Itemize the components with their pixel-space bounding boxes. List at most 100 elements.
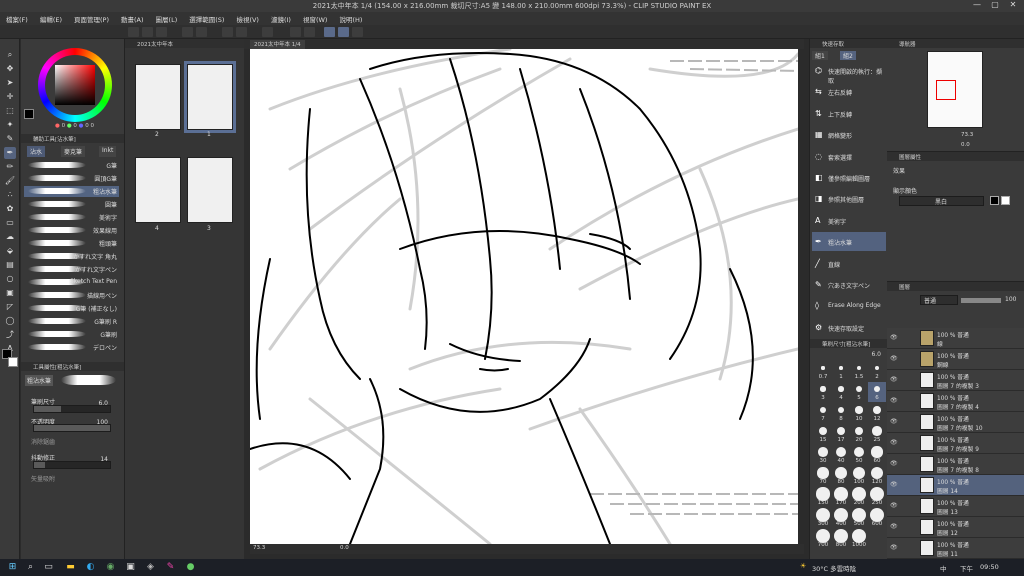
ruler-tool-icon[interactable]: ◸ (4, 301, 16, 313)
subtool-tab-pen[interactable]: 沾水 (27, 146, 46, 157)
clear-icon[interactable] (222, 27, 233, 37)
selection-tool-icon[interactable]: ⬚ (4, 105, 16, 117)
saturation-value-square[interactable] (55, 65, 95, 105)
brush-size-option[interactable]: 500 (850, 508, 868, 528)
correct-line-tool-icon[interactable]: ⤴ (4, 329, 16, 341)
brush-size-option[interactable]: 600 (868, 508, 886, 528)
figure-tool-icon[interactable]: ○ (4, 273, 16, 285)
fill-tool-icon[interactable]: ⬙ (4, 245, 16, 257)
subtool-brush-item[interactable]: 粗頭筆 (24, 238, 119, 249)
line-app-icon[interactable]: ● (184, 561, 197, 574)
brush-size-option[interactable]: 60 (868, 445, 886, 465)
layer-row[interactable]: 👁 100 % 普通 圖層 11 (887, 538, 1024, 559)
brush-size-option[interactable]: 800 (832, 529, 850, 549)
clip-studio-icon[interactable]: ◈ (144, 561, 157, 574)
page-thumbnail[interactable] (135, 64, 181, 130)
transform-icon[interactable] (262, 27, 273, 37)
quick-access-item[interactable]: ◧ 僅參照編輯圖層 (812, 168, 886, 187)
display-color-swatch-white[interactable] (1001, 196, 1010, 205)
frame-tool-icon[interactable]: ▣ (4, 287, 16, 299)
layer-visibility-eye-icon[interactable]: 👁 (890, 481, 898, 488)
subtool-brush-item[interactable]: 描線用ペン (24, 290, 119, 301)
menu-layer[interactable]: 圖層(L) (150, 12, 184, 24)
pen-tool-icon[interactable]: ✒ (4, 147, 16, 159)
minimize-button[interactable]: — (968, 0, 986, 12)
brush-size-option[interactable]: 40 (832, 445, 850, 465)
subtool-brush-item[interactable]: デロペン (24, 342, 119, 353)
navigator-zoom[interactable]: 73.3 (961, 132, 973, 138)
subtool-brush-item[interactable]: かすれ文字ペン (24, 264, 119, 275)
navigator-viewport-frame[interactable] (936, 80, 956, 100)
layer-row[interactable]: 👁 100 % 普通 鋼線 (887, 349, 1024, 370)
navigator-angle[interactable]: 0.0 (961, 142, 970, 148)
layer-visibility-eye-icon[interactable]: 👁 (890, 502, 898, 509)
quick-access-item[interactable]: ⌬ 快速開啟的執行：擷取 (812, 61, 886, 85)
brush-size-option[interactable]: 2 (868, 361, 886, 381)
stabilize-value[interactable]: 14 (100, 456, 108, 463)
quick-access-item[interactable]: ▦ 網格變形 (812, 125, 886, 144)
layer-row[interactable]: 👁 100 % 普通 圖層 13 (887, 496, 1024, 517)
layer-row[interactable]: 👁 100 % 普通 圖層 12 (887, 517, 1024, 538)
layer-row[interactable]: 👁 100 % 普通 圖層 7 的複製 9 (887, 433, 1024, 454)
clock-time[interactable]: 09:50 (980, 563, 999, 571)
page-thumbnail[interactable] (135, 157, 181, 223)
sub-color-swatch[interactable] (8, 357, 18, 367)
close-button[interactable]: ✕ (1004, 0, 1022, 12)
quick-access-tab-1[interactable]: 組1 (812, 51, 828, 60)
brush-tool-icon[interactable]: 🖌 (4, 175, 16, 187)
menu-animation[interactable]: 動畫(A) (115, 12, 150, 24)
auto-select-tool-icon[interactable]: ✦ (4, 119, 16, 131)
menu-view[interactable]: 檢視(V) (230, 12, 265, 24)
pencil-tool-icon[interactable]: ✏ (4, 161, 16, 173)
deselect-icon[interactable] (290, 27, 301, 37)
brush-size-option[interactable]: 120 (868, 466, 886, 486)
display-color-select[interactable]: 黑白 (899, 196, 984, 206)
brush-size-option[interactable]: 150 (814, 487, 832, 507)
quick-access-item[interactable]: ⚙ 快速存取設定 (812, 318, 886, 337)
brush-size-option[interactable]: 30 (814, 445, 832, 465)
quick-access-tab-2[interactable]: 組2 (840, 51, 856, 60)
brush-size-option[interactable]: 70 (814, 466, 832, 486)
brush-size-option[interactable]: 250 (868, 487, 886, 507)
edge-icon[interactable]: ◐ (84, 561, 97, 574)
subtool-brush-item[interactable]: G筆 (補正なし) (24, 303, 119, 314)
subtool-brush-item[interactable]: G筆刷 (24, 329, 119, 340)
fill-icon[interactable] (236, 27, 247, 37)
quick-access-item[interactable]: ✒ 粗沾水筆 (812, 232, 886, 252)
search-icon[interactable]: ⌕ (24, 561, 37, 574)
subtool-tab-marker[interactable]: 麥克筆 (61, 146, 86, 157)
balloon-tool-icon[interactable]: ◯ (4, 315, 16, 327)
current-color-swatch[interactable] (24, 109, 34, 119)
brush-size-option[interactable]: 300 (814, 508, 832, 528)
move-tool-icon[interactable]: ✥ (4, 63, 16, 75)
layer-opacity-slider[interactable] (961, 298, 1001, 303)
brush-size-option[interactable]: 0.7 (814, 361, 832, 381)
brush-size-option[interactable]: 8 (832, 403, 850, 423)
brush-size-option[interactable]: 80 (832, 466, 850, 486)
page-thumbnail-selected[interactable] (184, 61, 236, 133)
subtool-brush-item[interactable]: 效果線用 (24, 225, 119, 236)
chrome-icon[interactable]: ◉ (104, 561, 117, 574)
vector-snap-label[interactable]: 矢量吸附 (31, 474, 55, 483)
brush-size-option[interactable]: 50 (850, 445, 868, 465)
layer-row[interactable]: 👁 100 % 普通 圖層 14 (887, 475, 1024, 496)
brush-size-option[interactable]: 700 (814, 529, 832, 549)
decoration-tool-icon[interactable]: ✿ (4, 203, 16, 215)
brush-size-option[interactable]: 20 (850, 424, 868, 444)
brush-size-option[interactable]: 6 (868, 382, 886, 402)
snap-ruler-icon[interactable] (324, 27, 335, 37)
brush-size-option[interactable]: 12 (868, 403, 886, 423)
ime-indicator[interactable]: 中 (940, 563, 947, 573)
weather-text[interactable]: 30°C 多雲時陰 (812, 563, 856, 573)
snap-grid-icon[interactable] (352, 27, 363, 37)
layer-row[interactable]: 👁 100 % 普通 圖層 7 的複製 10 (887, 412, 1024, 433)
subtool-brush-item[interactable]: 圓筆 (24, 199, 119, 210)
canvas-vertical-scrollbar[interactable] (798, 49, 804, 544)
layer-visibility-eye-icon[interactable]: 👁 (890, 355, 898, 362)
navigator-preview[interactable] (927, 51, 983, 128)
airbrush-tool-icon[interactable]: ∴ (4, 189, 16, 201)
subtool-brush-item[interactable]: Sketch Text Pen (24, 277, 119, 288)
quick-access-item[interactable]: ◊ Erase Along Edge (812, 296, 886, 315)
blend-tool-icon[interactable]: ☁ (4, 231, 16, 243)
brush-size-option[interactable]: 15 (814, 424, 832, 444)
